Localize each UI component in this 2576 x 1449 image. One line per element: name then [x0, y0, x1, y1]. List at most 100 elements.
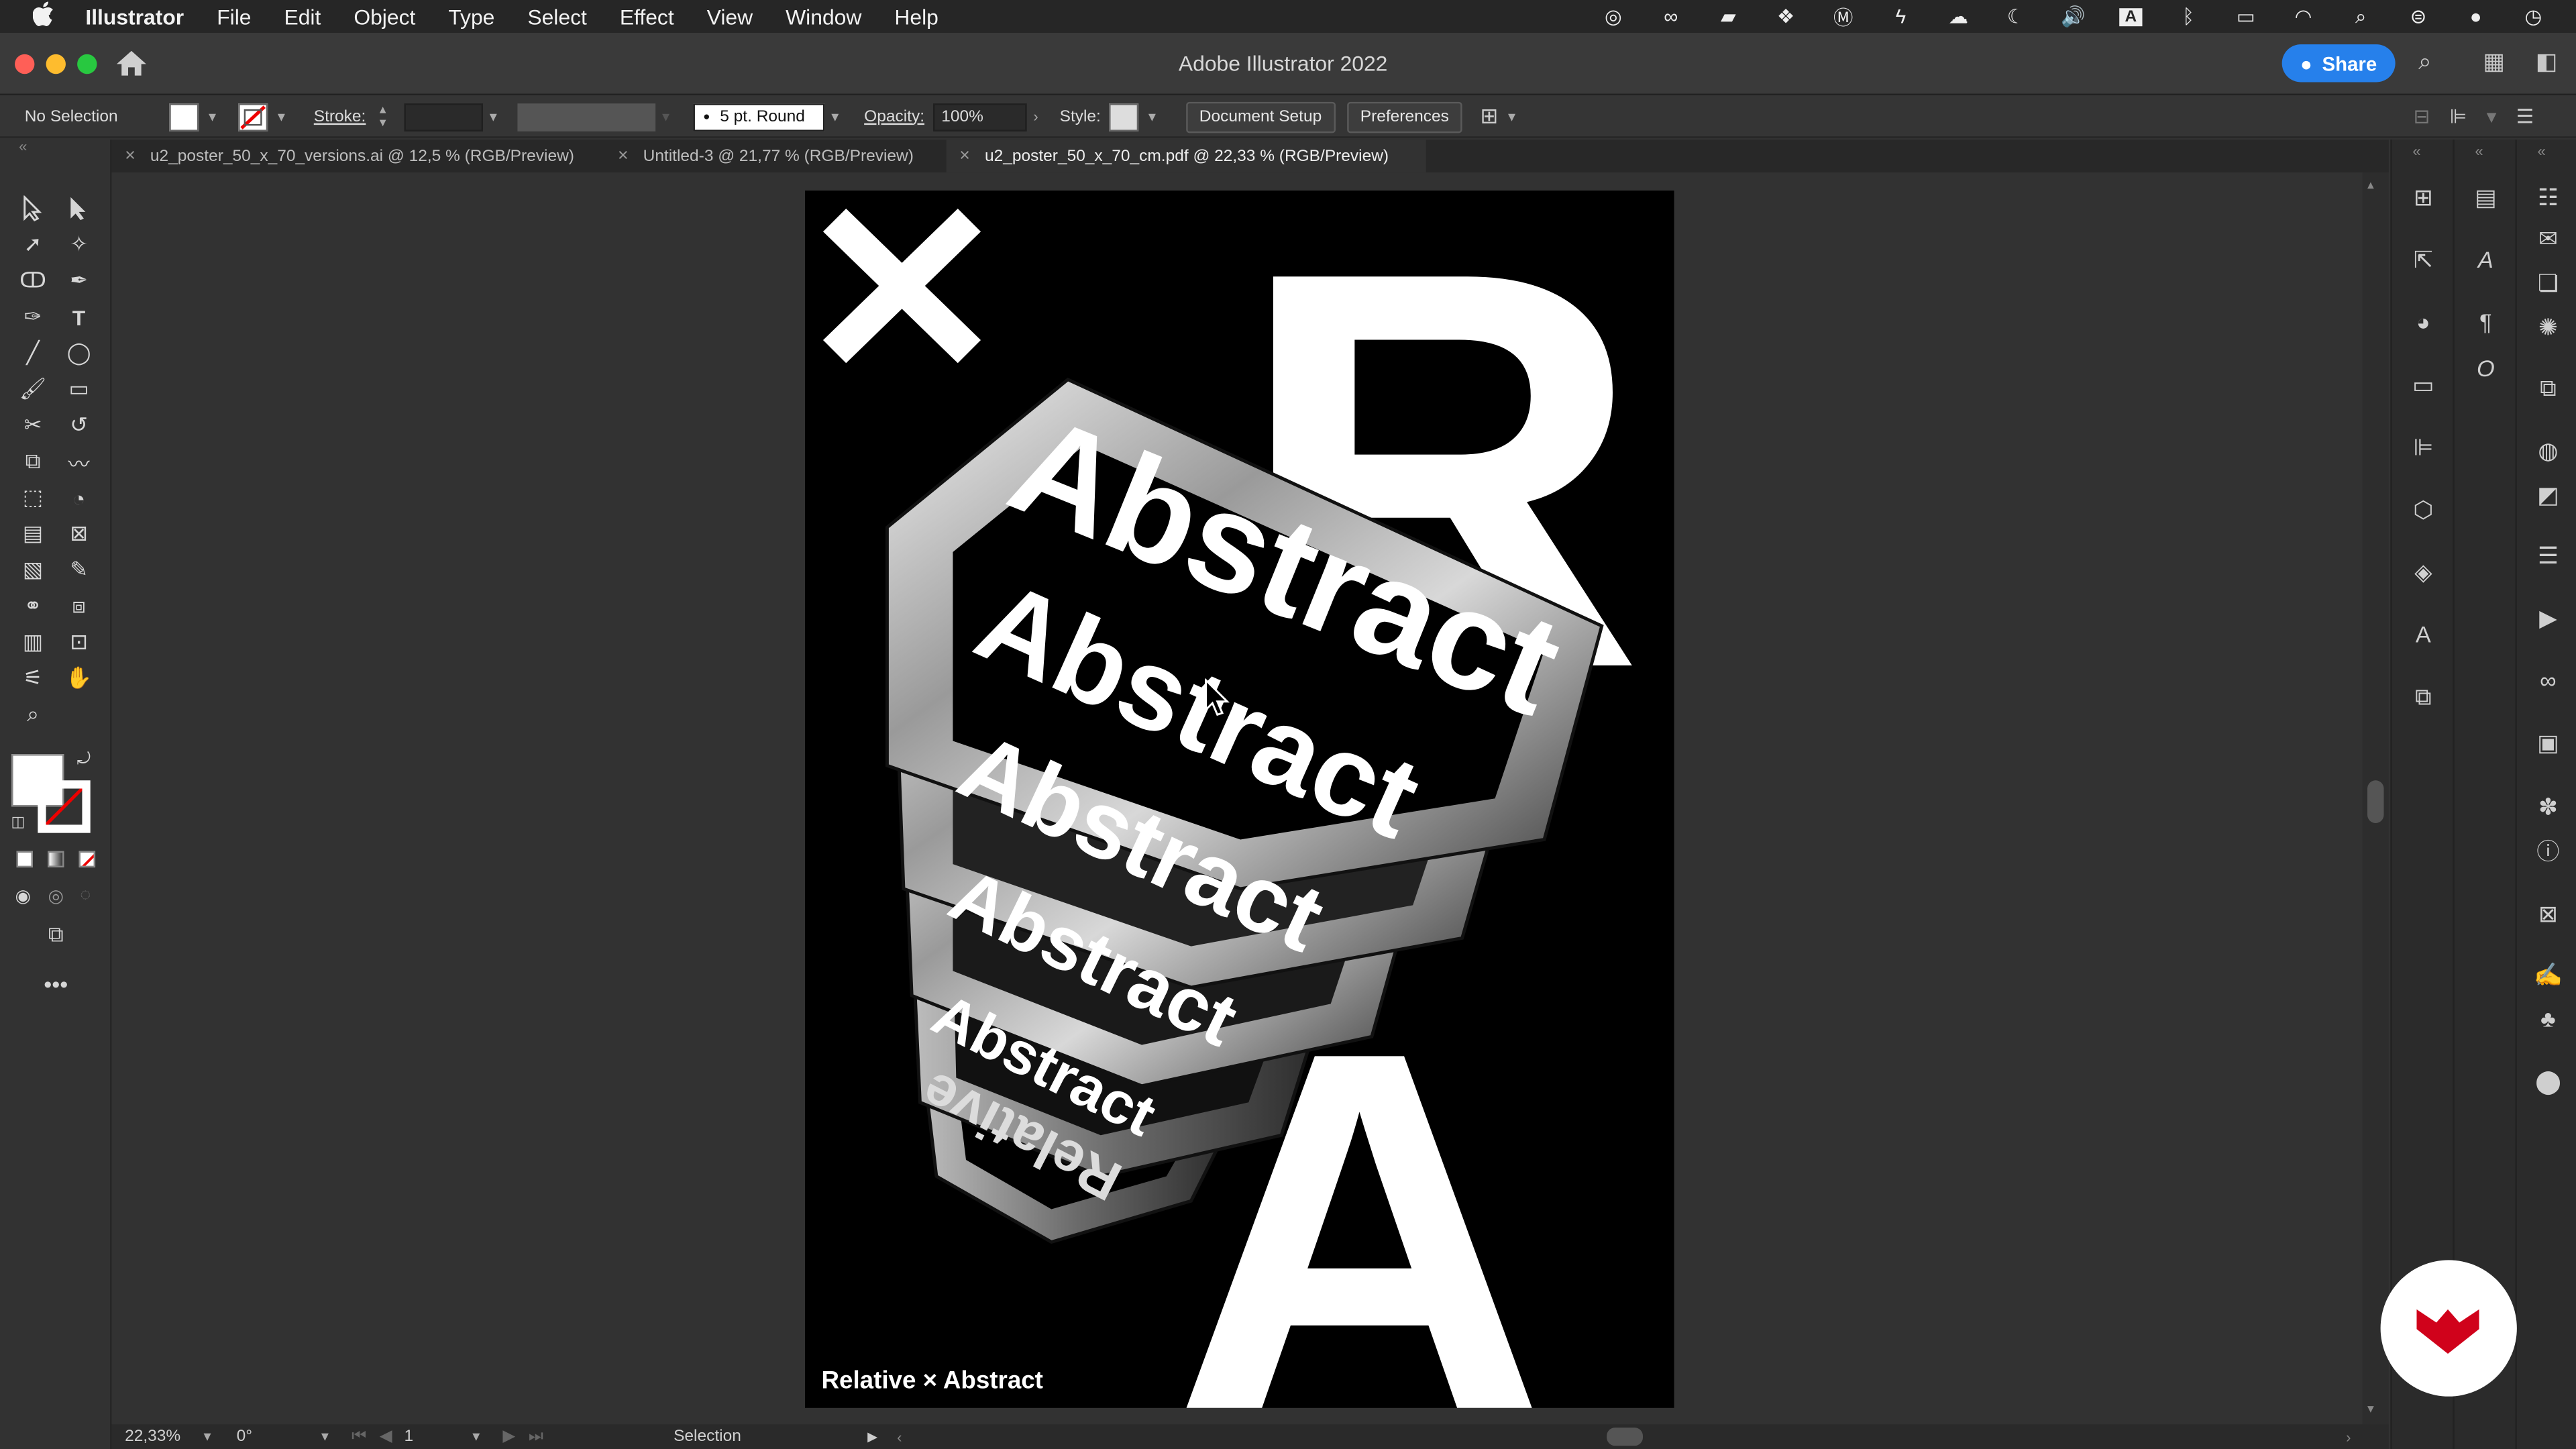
- search-icon[interactable]: ⌕: [2408, 48, 2441, 77]
- draw-behind-icon[interactable]: ◎: [43, 882, 69, 908]
- symbols-panel-icon[interactable]: ✽: [2532, 790, 2565, 823]
- chevron-down-icon[interactable]: ▾: [472, 1428, 480, 1446]
- menu-help[interactable]: Help: [894, 4, 938, 29]
- artboard-number[interactable]: 1: [404, 1428, 413, 1446]
- free-transform-tool-icon[interactable]: ⬚: [16, 482, 49, 515]
- stroke-weight-input[interactable]: [404, 103, 484, 131]
- layers-panel-icon[interactable]: ◈: [2407, 555, 2440, 588]
- comments-panel-icon[interactable]: ✉: [2532, 222, 2565, 255]
- expand-panels-icon[interactable]: «: [2532, 143, 2551, 159]
- battery-icon[interactable]: ▭: [2231, 5, 2261, 28]
- shape-builder-tool-icon[interactable]: ◔: [62, 482, 95, 515]
- chevron-down-icon[interactable]: ▾: [2487, 105, 2497, 128]
- menu-type[interactable]: Type: [448, 4, 494, 29]
- tab-document-1[interactable]: × u2_poster_50_x_70_versions.ai @ 12,5 %…: [112, 140, 602, 172]
- lasso-tool-icon[interactable]: ↀ: [16, 264, 49, 297]
- direct-selection-tool-icon[interactable]: [62, 193, 95, 225]
- expand-panels-icon[interactable]: «: [2407, 143, 2426, 159]
- menu-file[interactable]: File: [217, 4, 251, 29]
- close-icon[interactable]: ×: [125, 146, 136, 166]
- scroll-right-icon[interactable]: ›: [2346, 1424, 2351, 1449]
- mesh-tool-icon[interactable]: ⊠: [62, 517, 95, 550]
- creative-cloud-sync-icon[interactable]: ◎: [1599, 5, 1628, 28]
- group-selection-tool-icon[interactable]: ➚: [16, 228, 49, 261]
- artboards-panel-icon[interactable]: ⊞: [2407, 180, 2440, 213]
- share-button[interactable]: ● Share: [2282, 44, 2396, 83]
- scale-tool-icon[interactable]: ⧉: [16, 445, 49, 478]
- gradient-tool-icon[interactable]: ▧: [16, 553, 49, 586]
- menu-edit[interactable]: Edit: [284, 4, 321, 29]
- ellipse-tool-icon[interactable]: ◯: [62, 337, 95, 370]
- zoom-level[interactable]: 22,33%: [125, 1428, 180, 1446]
- 3d-panel-icon[interactable]: ⬡: [2407, 493, 2440, 526]
- artboard-tool-icon[interactable]: ⊡: [62, 626, 95, 659]
- moon-icon[interactable]: ☾: [2001, 5, 2031, 28]
- wifi-icon[interactable]: ◠: [2288, 5, 2318, 28]
- asset-export-panel-icon[interactable]: ▣: [2532, 726, 2565, 759]
- tab-document-2[interactable]: × Untitled-3 @ 21,77 % (RGB/Preview): [604, 140, 946, 172]
- first-artboard-icon[interactable]: ⏮: [352, 1428, 366, 1446]
- stroke-swatch[interactable]: [238, 103, 268, 131]
- collapse-panel-icon[interactable]: «: [13, 136, 33, 156]
- glyphs-panel-icon[interactable]: A: [2469, 243, 2502, 276]
- vertical-scroll-thumb[interactable]: [2367, 780, 2384, 823]
- stroke-label[interactable]: Stroke:: [314, 95, 366, 138]
- chevron-down-icon[interactable]: ▾: [209, 107, 216, 125]
- perspective-grid-tool-icon[interactable]: ▤: [16, 517, 49, 550]
- bluetooth-icon[interactable]: ᛒ: [2174, 5, 2203, 28]
- default-fill-stroke-icon[interactable]: ◫: [7, 810, 30, 833]
- pen-tool-icon[interactable]: ✑: [16, 301, 49, 333]
- stroke-panel-icon[interactable]: ☰: [2532, 539, 2565, 572]
- transform-panel-icon[interactable]: ⧉: [2532, 371, 2565, 404]
- curvature-tool-icon[interactable]: ✒: [62, 264, 95, 297]
- brush-definition[interactable]: ● 5 pt. Round: [693, 103, 825, 131]
- previous-artboard-icon[interactable]: ◀: [380, 1428, 392, 1446]
- menu-select[interactable]: Select: [527, 4, 587, 29]
- draw-normal-icon[interactable]: ◉: [10, 882, 36, 908]
- apple-icon[interactable]: [30, 1, 56, 31]
- color-mode-icon[interactable]: [16, 851, 33, 868]
- chevron-down-icon[interactable]: ▾: [203, 1428, 211, 1446]
- chevron-down-icon[interactable]: ▾: [831, 107, 839, 125]
- color-panel-icon[interactable]: ◕: [2407, 306, 2440, 339]
- control-center-icon[interactable]: ⊜: [2404, 5, 2433, 28]
- symbols-clover-icon[interactable]: ♣: [2532, 1002, 2565, 1035]
- hand-tool-icon[interactable]: ✋: [62, 662, 95, 695]
- blend-tool-icon[interactable]: ⚭: [16, 590, 49, 623]
- swap-fill-stroke-icon[interactable]: ⤾: [72, 747, 95, 770]
- chevron-down-icon[interactable]: ▾: [490, 107, 497, 125]
- none-mode-icon[interactable]: [78, 851, 96, 868]
- chevron-right-icon[interactable]: ›: [1033, 109, 1038, 125]
- stroke-color-box[interactable]: [38, 780, 91, 833]
- column-graph-tool-icon[interactable]: ▥: [16, 626, 49, 659]
- document-setup-button[interactable]: Document Setup: [1186, 101, 1335, 133]
- stroke-weight-stepper[interactable]: ▴ ▾: [380, 103, 386, 129]
- artboard-poster[interactable]: × R A: [805, 191, 1674, 1408]
- gradient-mode-icon[interactable]: [48, 851, 64, 868]
- cloud-upload-icon[interactable]: ☁: [1943, 5, 1973, 28]
- m-app-icon[interactable]: Ⓜ: [1829, 5, 1858, 29]
- chevron-down-icon[interactable]: ▾: [321, 1428, 329, 1446]
- chevron-down-icon[interactable]: ▾: [278, 107, 285, 125]
- menu-object[interactable]: Object: [354, 4, 415, 29]
- zoom-tool-icon[interactable]: ⌕: [16, 698, 49, 731]
- appearance-panel-icon[interactable]: ✺: [2532, 311, 2565, 343]
- graphic-style-swatch[interactable]: [1109, 103, 1139, 131]
- selection-tool-icon[interactable]: [16, 193, 49, 225]
- links-panel-icon[interactable]: ∞: [2532, 663, 2565, 696]
- status-menu-icon[interactable]: ▶: [867, 1424, 877, 1449]
- document-panel-icon[interactable]: ❏: [2532, 266, 2565, 299]
- export-panel-icon[interactable]: ⇱: [2407, 243, 2440, 276]
- line-tool-icon[interactable]: ╱: [16, 337, 49, 370]
- symbol-sprayer-tool-icon[interactable]: ⧈: [62, 590, 95, 623]
- close-icon[interactable]: ×: [618, 146, 629, 166]
- pen-tablet-icon[interactable]: ▰: [1713, 5, 1743, 28]
- character-panel-icon[interactable]: A: [2407, 618, 2440, 651]
- scroll-up-icon[interactable]: ▴: [2367, 177, 2374, 192]
- expand-panels-icon[interactable]: «: [2469, 143, 2489, 159]
- horizontal-scroll-thumb[interactable]: [1607, 1428, 1643, 1446]
- distribute-icon[interactable]: ⊫: [2450, 105, 2467, 128]
- close-icon[interactable]: ×: [959, 146, 970, 166]
- scroll-down-icon[interactable]: ▾: [2367, 1401, 2374, 1416]
- properties-panel-icon[interactable]: ☷: [2532, 180, 2565, 213]
